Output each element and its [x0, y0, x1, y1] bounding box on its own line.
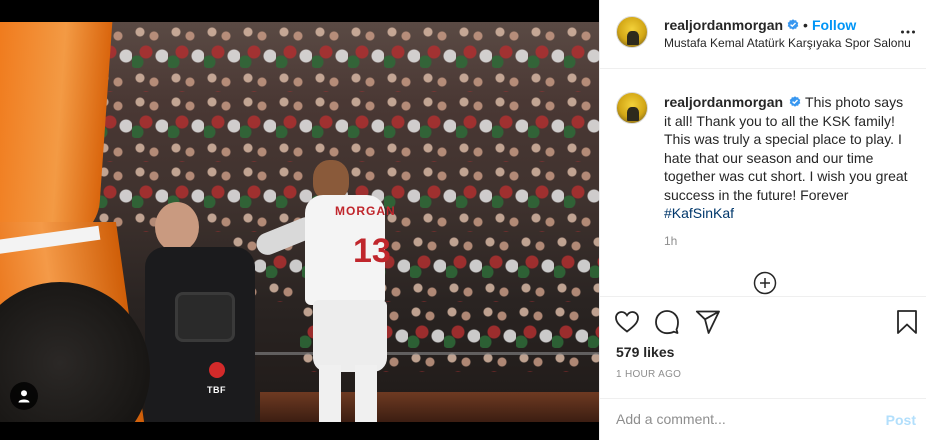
basketball-icon — [208, 362, 225, 378]
username-link[interactable]: realjordanmorgan — [664, 17, 783, 33]
post-media[interactable]: TBF MORGAN 13 — [0, 0, 599, 440]
likes-count[interactable]: 579 likes — [616, 344, 674, 360]
tagged-users-button[interactable] — [10, 382, 38, 410]
tbf-logo: TBF — [207, 362, 226, 398]
basket-stanchion-padding — [0, 22, 114, 242]
hashtag-link[interactable]: #KafSinKaf — [664, 205, 734, 221]
caption-timestamp[interactable]: 1h — [664, 234, 677, 248]
separator-dot: • — [803, 17, 808, 33]
caption-text: This photo says it all! Thank you to all… — [664, 94, 908, 203]
plus-circle-icon[interactable] — [753, 271, 777, 295]
jersey-name: MORGAN — [335, 204, 396, 218]
photographer-head — [155, 202, 199, 252]
player-shorts — [313, 300, 387, 372]
tbf-logo-text: TBF — [207, 385, 226, 395]
camera — [175, 292, 235, 342]
avatar[interactable] — [616, 92, 648, 124]
post-details-panel: realjordanmorgan • Follow Mustafa Kemal … — [599, 0, 926, 440]
add-comment-bar: Post — [600, 398, 926, 440]
post-comment-button[interactable]: Post — [886, 412, 916, 428]
location-link[interactable]: Mustafa Kemal Atatürk Karşıyaka Spor Sal… — [664, 36, 911, 50]
player-leg — [319, 365, 341, 422]
post-caption: realjordanmorgan This photo says it all!… — [664, 93, 912, 223]
post-actions-bar — [600, 296, 926, 336]
player-leg — [355, 365, 377, 422]
post-header: realjordanmorgan • Follow Mustafa Kemal … — [600, 0, 926, 69]
header-user-line: realjordanmorgan • Follow — [664, 17, 856, 33]
follow-button[interactable]: Follow — [812, 17, 856, 33]
user-icon — [18, 390, 30, 403]
verified-badge-icon — [789, 96, 801, 107]
comments-section: realjordanmorgan This photo says it all!… — [600, 69, 926, 295]
jersey-number: 13 — [353, 232, 391, 270]
comment-bubble-icon[interactable] — [654, 309, 680, 335]
more-options-icon[interactable] — [900, 24, 916, 40]
post-timestamp[interactable]: 1 HOUR AGO — [616, 369, 681, 380]
caption-username-link[interactable]: realjordanmorgan — [664, 94, 783, 110]
verified-badge-icon — [787, 19, 799, 30]
heart-icon[interactable] — [614, 309, 640, 335]
post-photo[interactable]: TBF MORGAN 13 — [0, 22, 599, 422]
basketball-player: MORGAN 13 — [253, 140, 396, 422]
courtside-railing — [240, 352, 599, 355]
paper-plane-icon[interactable] — [695, 309, 721, 335]
comment-input[interactable] — [616, 411, 866, 427]
bookmark-icon[interactable] — [894, 309, 920, 335]
avatar[interactable] — [616, 16, 648, 48]
player-head — [313, 160, 349, 200]
crowd-background — [60, 22, 599, 92]
